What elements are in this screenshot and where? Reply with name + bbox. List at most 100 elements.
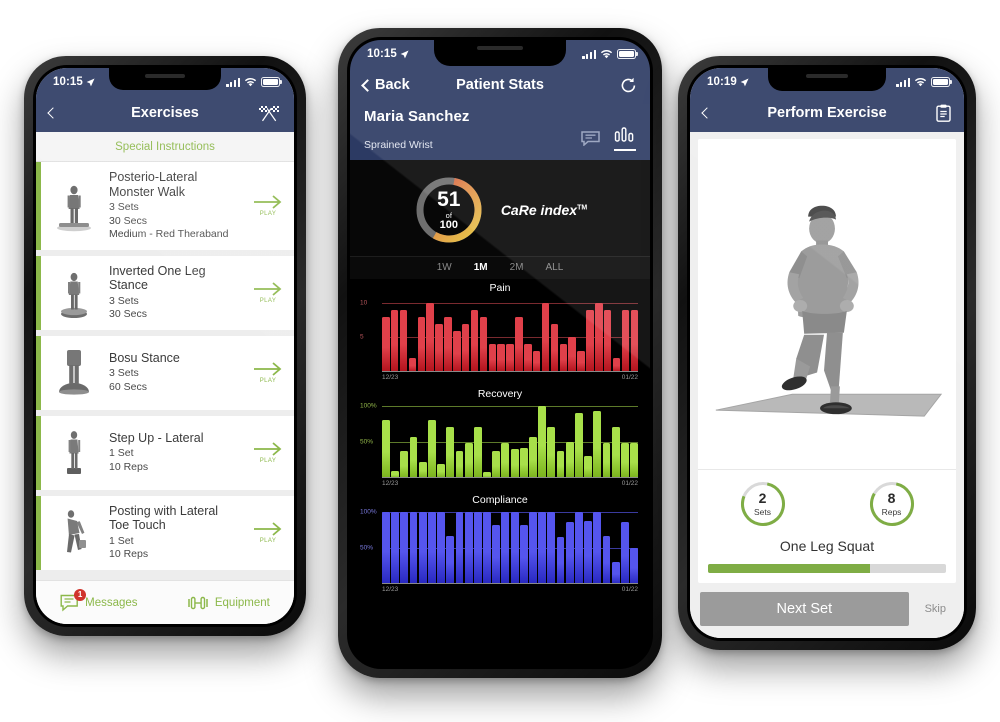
range-tab-all[interactable]: ALL bbox=[546, 262, 564, 273]
chart-bar bbox=[382, 420, 390, 478]
next-set-button[interactable]: Next Set bbox=[700, 592, 909, 626]
exercise-meta-1: 30 Secs bbox=[109, 308, 147, 320]
list-item[interactable]: Inverted One Leg Stance 3 Sets 30 Secs P… bbox=[36, 255, 294, 330]
battery-icon bbox=[931, 77, 952, 87]
chart-axis bbox=[382, 477, 638, 478]
patient-name: Maria Sanchez bbox=[364, 108, 470, 125]
status-indicators bbox=[896, 77, 952, 87]
one-leg-stance-figure-icon bbox=[61, 272, 87, 318]
exercise-info: Step Up - Lateral 1 Set 10 Reps bbox=[103, 431, 242, 475]
stats-tab[interactable] bbox=[614, 127, 636, 151]
chart-bar bbox=[473, 427, 482, 478]
range-tab-1m[interactable]: 1M bbox=[474, 262, 488, 273]
exercise-photo bbox=[698, 139, 956, 469]
chart-bar bbox=[611, 562, 620, 584]
chart-bars bbox=[382, 508, 638, 584]
tab-equipment-label: Equipment bbox=[214, 596, 270, 609]
play-button[interactable]: PLAY bbox=[242, 521, 294, 544]
message-badge: 1 bbox=[74, 588, 87, 601]
play-button[interactable]: PLAY bbox=[242, 281, 294, 304]
status-time-group: 10:19 bbox=[707, 76, 749, 88]
chart-bar bbox=[426, 302, 434, 372]
chart-bar bbox=[391, 511, 400, 584]
chart-bar bbox=[620, 443, 629, 478]
refresh-button[interactable] bbox=[620, 77, 637, 94]
care-index-value: 51 bbox=[437, 187, 461, 211]
chart-bar bbox=[529, 436, 537, 478]
list-item[interactable]: Posting with Lateral Toe Touch 1 Set 10 … bbox=[36, 495, 294, 570]
back-button[interactable] bbox=[701, 107, 713, 119]
chart-bar bbox=[473, 511, 482, 584]
arrow-right-icon bbox=[254, 195, 282, 209]
chart-bar bbox=[399, 309, 408, 372]
battery-icon bbox=[261, 77, 282, 87]
exercise-meta-1: 10 Reps bbox=[109, 548, 149, 560]
notch bbox=[768, 68, 886, 91]
back-button[interactable] bbox=[47, 107, 59, 119]
chart-xlabels: 12/23 01/22 bbox=[360, 478, 640, 491]
chart-bar bbox=[577, 351, 585, 372]
chat-tab[interactable] bbox=[581, 131, 600, 151]
signal-icon bbox=[896, 77, 910, 87]
range-tab-1w[interactable]: 1W bbox=[437, 262, 452, 273]
phone-exercises: 10:15 Exercises Special Instructions Pos… bbox=[24, 56, 306, 636]
patient-stats-screen: 10:15 Back Patient Stats Maria Sanchez S… bbox=[350, 40, 650, 666]
chart-bar bbox=[501, 511, 510, 584]
play-button[interactable]: PLAY bbox=[242, 441, 294, 464]
play-button[interactable]: PLAY bbox=[242, 194, 294, 217]
bar-chart-icon bbox=[614, 127, 634, 142]
center-navbar: Back Patient Stats bbox=[350, 66, 650, 104]
exercise-meta-0: 3 Sets bbox=[109, 294, 139, 307]
list-item[interactable]: Bosu Stance 3 Sets 60 Secs PLAY bbox=[36, 335, 294, 410]
x-start-label: 12/23 bbox=[382, 586, 399, 593]
battery-icon bbox=[617, 49, 638, 59]
list-item[interactable]: Step Up - Lateral 1 Set 10 Reps PLAY bbox=[36, 415, 294, 490]
tab-messages[interactable]: 1 Messages bbox=[60, 588, 138, 612]
clipboard-button[interactable] bbox=[936, 104, 951, 122]
phone-bezel: 10:15 Back Patient Stats Maria Sanchez S… bbox=[347, 37, 653, 669]
chart-bar bbox=[547, 511, 556, 584]
exercise-card: 2 Sets 8 Reps One Leg Squat bbox=[698, 139, 956, 583]
reps-label: Reps bbox=[881, 506, 902, 517]
chart-bar bbox=[501, 443, 510, 478]
chart-bar bbox=[492, 450, 501, 478]
care-index-max: 100 bbox=[439, 219, 458, 232]
exercise-name: Step Up - Lateral bbox=[109, 430, 204, 445]
skip-button[interactable]: Skip bbox=[917, 603, 954, 615]
exercise-name: Posting with Lateral Toe Touch bbox=[109, 503, 219, 533]
perform-exercise-screen: 10:19 Perform Exercise 2 Sets 8 Reps One… bbox=[690, 68, 964, 638]
screenshot-stage: 10:15 Exercises Special Instructions Pos… bbox=[0, 0, 1000, 722]
play-label: PLAY bbox=[259, 458, 277, 464]
status-indicators bbox=[226, 77, 282, 87]
patient-meta-row: Sprained Wrist bbox=[364, 127, 636, 151]
reps-counter: 8 Reps bbox=[868, 480, 916, 528]
range-tab-2m[interactable]: 2M bbox=[510, 262, 524, 273]
chart-bar bbox=[453, 330, 461, 372]
play-button[interactable]: PLAY bbox=[242, 361, 294, 384]
chart-bar bbox=[612, 358, 621, 372]
special-instructions-link[interactable]: Special Instructions bbox=[36, 132, 294, 162]
chart-bar bbox=[418, 511, 427, 584]
notch bbox=[434, 40, 566, 66]
chart-bar bbox=[630, 309, 639, 372]
wifi-icon bbox=[244, 78, 257, 87]
exercise-list[interactable]: Posterio-Lateral Monster Walk 3 Sets 30 … bbox=[36, 162, 294, 580]
exercise-meta-1: 10 Reps bbox=[109, 460, 149, 473]
status-time-group: 10:15 bbox=[53, 76, 95, 88]
back-button[interactable]: Back bbox=[361, 77, 410, 93]
chart-bar bbox=[595, 302, 603, 372]
tab-equipment[interactable]: Equipment bbox=[186, 595, 270, 611]
chevron-left-icon bbox=[47, 107, 59, 119]
notch bbox=[109, 68, 221, 90]
list-item[interactable]: Posterio-Lateral Monster Walk 3 Sets 30 … bbox=[36, 162, 294, 250]
earpiece-speaker bbox=[477, 46, 523, 50]
care-index-of: of bbox=[445, 210, 452, 220]
x-end-label: 01/22 bbox=[621, 480, 638, 487]
chart-bar bbox=[427, 420, 436, 478]
checkered-flags-button[interactable] bbox=[257, 104, 281, 122]
sets-value: 2 bbox=[758, 490, 767, 507]
chart-bar bbox=[510, 449, 519, 478]
bosu-stance-figure-icon bbox=[59, 349, 89, 395]
page-title: Perform Exercise bbox=[767, 105, 887, 121]
exercise-meta-1: 30 Secs bbox=[109, 214, 147, 227]
